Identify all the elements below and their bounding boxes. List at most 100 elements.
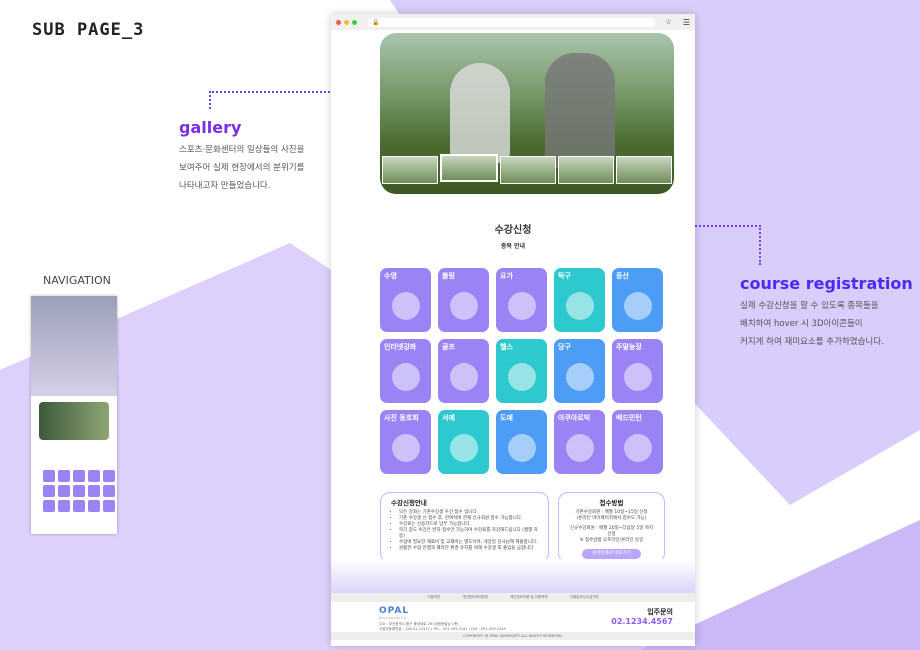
footer-address: 주소 : 부산광역시 중구 중앙대로 26 (대청동빌딩 1층) 사업자등록번호 … (379, 622, 506, 631)
address-bar[interactable]: 🔒 (368, 17, 655, 27)
gallery-thumbnails (380, 154, 674, 184)
section-title: 수강신청 (494, 225, 532, 236)
method-title: 접수방법 (599, 499, 624, 507)
maximize-dot[interactable] (352, 19, 357, 25)
shuttlecock-icon (624, 434, 652, 462)
course-label: 사진 동호회 (384, 414, 419, 422)
course-card[interactable]: 탁구 (554, 268, 605, 332)
course-label: 헬스 (500, 343, 513, 351)
gallery-pointer (209, 91, 350, 109)
brush-hand-icon (450, 434, 478, 462)
course-grid: 수영 볼링 요가 탁구 등산인터넷강좌 골프 헬스 당구 주말농장사진 동호회 서예 도예 아쿠아로빅… (380, 268, 663, 474)
gallery-thumb[interactable] (558, 156, 614, 184)
ping-pong-icon (566, 292, 594, 320)
course-card[interactable]: 볼링 (438, 268, 489, 332)
yoga-mat-icon (508, 292, 536, 320)
course-card[interactable]: 인터넷강좌 (380, 339, 431, 403)
course-card[interactable]: 도예 (496, 410, 547, 474)
inquiry: 입주문의 02.1234.4567 (611, 608, 673, 626)
navigation-label: NAVIGATION (43, 274, 111, 287)
goggles-icon (566, 434, 594, 462)
browser-toolbar: 🔒 ☆ ☰ (331, 14, 695, 30)
method-line: ※ 접수방법 오프라인/온라인 동일 (579, 538, 644, 543)
course-label: 서예 (442, 414, 455, 422)
annotation-line: 실제 수강신청을 할 수 있도록 종목들을 (740, 301, 879, 311)
course-card[interactable]: 골프 (438, 339, 489, 403)
course-label: 당구 (558, 343, 571, 351)
camera-icon (392, 434, 420, 462)
mountain-icon (624, 292, 652, 320)
course-label: 골프 (442, 343, 455, 351)
minimize-dot[interactable] (344, 19, 349, 25)
golf-icon (450, 363, 478, 391)
footer-link[interactable]: 이메일무단수집거부 (570, 593, 599, 602)
notice-item: 원활한 수업 진행과 쾌적한 환경 유지를 위해 수강생 외 출입을 금합니다. (399, 546, 538, 552)
course-annotation: course registration 실제 수강신청을 할 수 있도록 종목들… (740, 274, 913, 351)
gallery-thumb[interactable] (440, 154, 498, 182)
course-label: 배드민턴 (616, 414, 642, 422)
course-card[interactable]: 헬스 (496, 339, 547, 403)
online-apply-button[interactable]: 온라인에서 바로가기 (582, 549, 641, 559)
course-card[interactable]: 사진 동호회 (380, 410, 431, 474)
annotation-line: 스포츠·문화센터의 일상들의 사진을 (179, 145, 305, 155)
gradient-band (331, 559, 695, 593)
notice-item: 학기 중도 수강은 빈자 접수만 가능하며 수강료를 차감해드립니다.(월별 차… (399, 528, 538, 540)
billiard-ball-icon (566, 363, 594, 391)
course-label: 인터넷강좌 (384, 343, 417, 351)
footer: OPAL University 주소 : 부산광역시 중구 중앙대로 26 (대청… (331, 602, 695, 632)
course-label: 등산 (616, 272, 629, 280)
gallery-heading: gallery (179, 118, 242, 137)
course-card[interactable]: 수영 (380, 268, 431, 332)
course-label: 볼링 (442, 272, 455, 280)
person-image (545, 53, 615, 168)
course-label: 아쿠아로빅 (558, 414, 591, 422)
course-card[interactable]: 당구 (554, 339, 605, 403)
notice-title: 수강신청안내 (391, 499, 427, 507)
course-label: 주말농장 (616, 343, 642, 351)
star-icon[interactable]: ☆ (666, 18, 672, 26)
course-label: 탁구 (558, 272, 571, 280)
course-label: 수영 (384, 272, 397, 280)
page-title: SUB PAGE_3 (32, 20, 145, 40)
method-box: 접수방법 기존수강회원 : 매월 10일~15일 신청 (온라인 마이페이지에서… (558, 492, 665, 563)
course-heading: course registration (740, 274, 913, 293)
annotation-line: 나타내고자 만들었습니다. (179, 181, 271, 191)
gallery-thumb[interactable] (616, 156, 672, 184)
annotation-line: 보여주어 실제 현장에서의 분위기를 (179, 163, 305, 173)
footer-link[interactable]: 개인정보처리방침 (462, 593, 488, 602)
logo[interactable]: OPAL University (379, 606, 409, 620)
gallery-thumb[interactable] (500, 156, 556, 184)
footer-link[interactable]: 개인정보이용 및 이용목적 (510, 593, 548, 602)
computer-icon (392, 363, 420, 391)
notice-box: 수강신청안내 모든 강좌는 기존수강생 우선 접수 입니다.기존 수강생 신 접… (380, 492, 549, 563)
vase-icon (508, 434, 536, 462)
course-label: 도예 (500, 414, 513, 422)
method-line: (온라인 마이페이지에서 접수도 가능) (576, 516, 647, 521)
annotation-line: 커지게 하여 재미요소를 추가하였습니다. (740, 337, 884, 347)
course-card[interactable]: 아쿠아로빅 (554, 410, 605, 474)
course-card[interactable]: 주말농장 (612, 339, 663, 403)
footer-nav: 이용약관 개인정보처리방침 개인정보이용 및 이용목적 이메일무단수집거부 (331, 593, 695, 602)
course-card[interactable]: 서예 (438, 410, 489, 474)
vegetables-icon (624, 363, 652, 391)
course-card[interactable]: 등산 (612, 268, 663, 332)
gallery-hero-image (380, 33, 674, 194)
gallery-annotation: gallery 스포츠·문화센터의 일상들의 사진을 보여주어 실제 현장에서의… (179, 118, 304, 195)
footer-link[interactable]: 이용약관 (427, 593, 440, 602)
gallery-thumb[interactable] (382, 156, 438, 184)
menu-icon[interactable]: ☰ (683, 18, 690, 27)
treadmill-icon (508, 363, 536, 391)
navigation-thumbnail (31, 296, 117, 534)
annotation-line: 배치하여 hover 시 3D아이콘들이 (740, 319, 863, 329)
course-card[interactable]: 배드민턴 (612, 410, 663, 474)
method-line: 신규수강회원 : 매월 20일~다음달 5일 까지 신청 (569, 526, 654, 537)
person-image (450, 63, 510, 163)
section-subtitle: 종목 안내 (500, 243, 526, 250)
inquiry-phone: 02.1234.4567 (611, 617, 673, 626)
close-dot[interactable] (336, 19, 341, 25)
course-label: 요가 (500, 272, 513, 280)
course-card[interactable]: 요가 (496, 268, 547, 332)
bowling-icon (450, 292, 478, 320)
goggles-icon (392, 292, 420, 320)
browser-window: 🔒 ☆ ☰ 수강신청 종목 안내 수영 볼링 요가 탁구 등산인터넷강좌 골프 헬스 당구 주말… (331, 14, 695, 646)
